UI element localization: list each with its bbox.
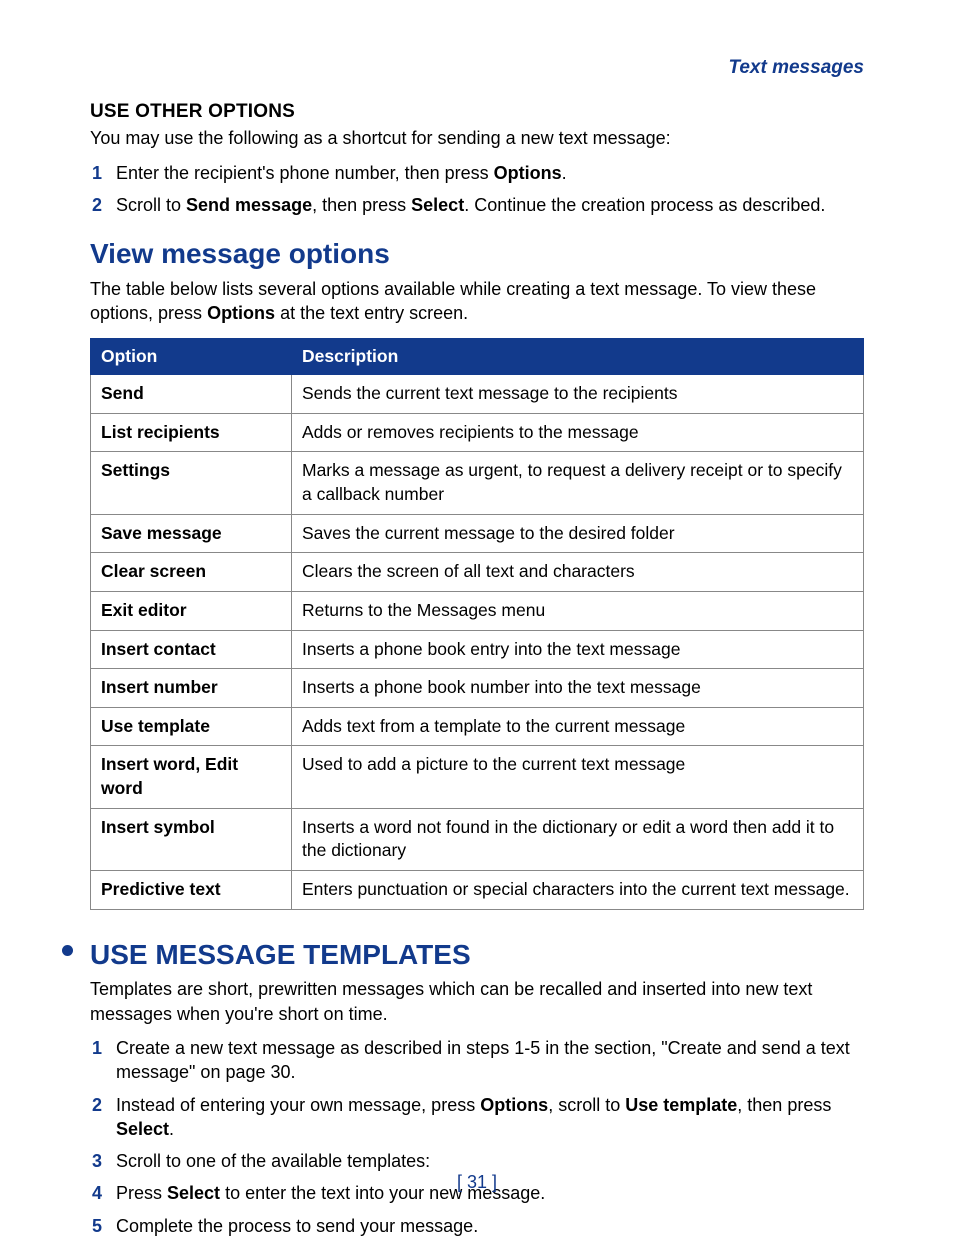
step-text: .: [169, 1119, 174, 1139]
step-text: Scroll to: [116, 195, 186, 215]
bold-text: Select: [411, 195, 464, 215]
option-name: Insert number: [91, 669, 292, 708]
option-description: Returns to the Messages menu: [292, 591, 864, 630]
heading-text: USE MESSAGE TEMPLATES: [90, 939, 471, 970]
option-description: Enters punctuation or special characters…: [292, 870, 864, 909]
step-text: Complete the process to send your messag…: [116, 1216, 478, 1236]
option-description: Inserts a word not found in the dictiona…: [292, 808, 864, 870]
table-header-row: Option Description: [91, 338, 864, 375]
step-text: . Continue the creation process as descr…: [464, 195, 825, 215]
table-row: Insert contactInserts a phone book entry…: [91, 630, 864, 669]
step-number: 2: [92, 1093, 102, 1117]
templates-intro: Templates are short, prewritten messages…: [90, 977, 864, 1026]
options-table: Option Description SendSends the current…: [90, 338, 864, 910]
step-text: , then press: [312, 195, 411, 215]
running-header: Text messages: [90, 55, 864, 81]
option-name: List recipients: [91, 413, 292, 452]
step-text: Create a new text message as described i…: [116, 1038, 850, 1082]
table-row: Predictive textEnters punctuation or spe…: [91, 870, 864, 909]
option-name: Insert symbol: [91, 808, 292, 870]
option-description: Adds or removes recipients to the messag…: [292, 413, 864, 452]
heading-view-message-options: View message options: [90, 235, 864, 273]
list-item: 1 Enter the recipient's phone number, th…: [90, 161, 864, 185]
list-item: 2 Scroll to Send message, then press Sel…: [90, 193, 864, 217]
table-row: Use templateAdds text from a template to…: [91, 707, 864, 746]
heading-use-message-templates: USE MESSAGE TEMPLATES: [90, 936, 864, 974]
step-number: 5: [92, 1214, 102, 1238]
option-description: Adds text from a template to the current…: [292, 707, 864, 746]
option-description: Inserts a phone book number into the tex…: [292, 669, 864, 708]
table-row: Insert numberInserts a phone book number…: [91, 669, 864, 708]
heading-use-other-options: USE OTHER OPTIONS: [90, 99, 864, 125]
option-description: Sends the current text message to the re…: [292, 375, 864, 414]
option-description: Clears the screen of all text and charac…: [292, 553, 864, 592]
use-other-intro: You may use the following as a shortcut …: [90, 126, 864, 150]
option-description: Inserts a phone book entry into the text…: [292, 630, 864, 669]
use-other-steps: 1 Enter the recipient's phone number, th…: [90, 161, 864, 218]
bold-text: Options: [494, 163, 562, 183]
option-name: Insert contact: [91, 630, 292, 669]
option-name: Save message: [91, 514, 292, 553]
bold-text: Options: [480, 1095, 548, 1115]
bold-text: Options: [207, 303, 275, 323]
step-text: , scroll to: [548, 1095, 625, 1115]
bold-text: Select: [116, 1119, 169, 1139]
table-row: List recipientsAdds or removes recipient…: [91, 413, 864, 452]
table-row: Exit editorReturns to the Messages menu: [91, 591, 864, 630]
table-header-option: Option: [91, 338, 292, 375]
bold-text: Send message: [186, 195, 312, 215]
table-row: Clear screenClears the screen of all tex…: [91, 553, 864, 592]
option-name: Predictive text: [91, 870, 292, 909]
option-description: Used to add a picture to the current tex…: [292, 746, 864, 808]
table-header-description: Description: [292, 338, 864, 375]
option-name: Send: [91, 375, 292, 414]
table-row: Save messageSaves the current message to…: [91, 514, 864, 553]
step-number: 1: [92, 1036, 102, 1060]
option-name: Exit editor: [91, 591, 292, 630]
list-item: 1 Create a new text message as described …: [90, 1036, 864, 1085]
step-number: 2: [92, 193, 102, 217]
view-options-intro: The table below lists several options av…: [90, 277, 864, 326]
option-name: Clear screen: [91, 553, 292, 592]
step-text: Instead of entering your own message, pr…: [116, 1095, 480, 1115]
intro-text: at the text entry screen.: [275, 303, 468, 323]
templates-steps: 1 Create a new text message as described …: [90, 1036, 864, 1238]
step-text: , then press: [737, 1095, 831, 1115]
table-row: SettingsMarks a message as urgent, to re…: [91, 452, 864, 514]
step-text: Scroll to one of the available templates…: [116, 1151, 430, 1171]
option-name: Insert word, Edit word: [91, 746, 292, 808]
table-row: SendSends the current text message to th…: [91, 375, 864, 414]
list-item: 2 Instead of entering your own message, p…: [90, 1093, 864, 1142]
table-row: Insert word, Edit wordUsed to add a pict…: [91, 746, 864, 808]
table-row: Insert symbolInserts a word not found in…: [91, 808, 864, 870]
step-text: .: [562, 163, 567, 183]
option-name: Settings: [91, 452, 292, 514]
step-number: 1: [92, 161, 102, 185]
option-name: Use template: [91, 707, 292, 746]
page-number: [ 31 ]: [0, 1170, 954, 1194]
step-text: Enter the recipient's phone number, then…: [116, 163, 494, 183]
option-description: Marks a message as urgent, to request a …: [292, 452, 864, 514]
page-content: Text messages USE OTHER OPTIONS You may …: [0, 0, 954, 1238]
bullet-icon: [62, 945, 73, 956]
list-item: 5 Complete the process to send your messa…: [90, 1214, 864, 1238]
option-description: Saves the current message to the desired…: [292, 514, 864, 553]
bold-text: Use template: [625, 1095, 737, 1115]
